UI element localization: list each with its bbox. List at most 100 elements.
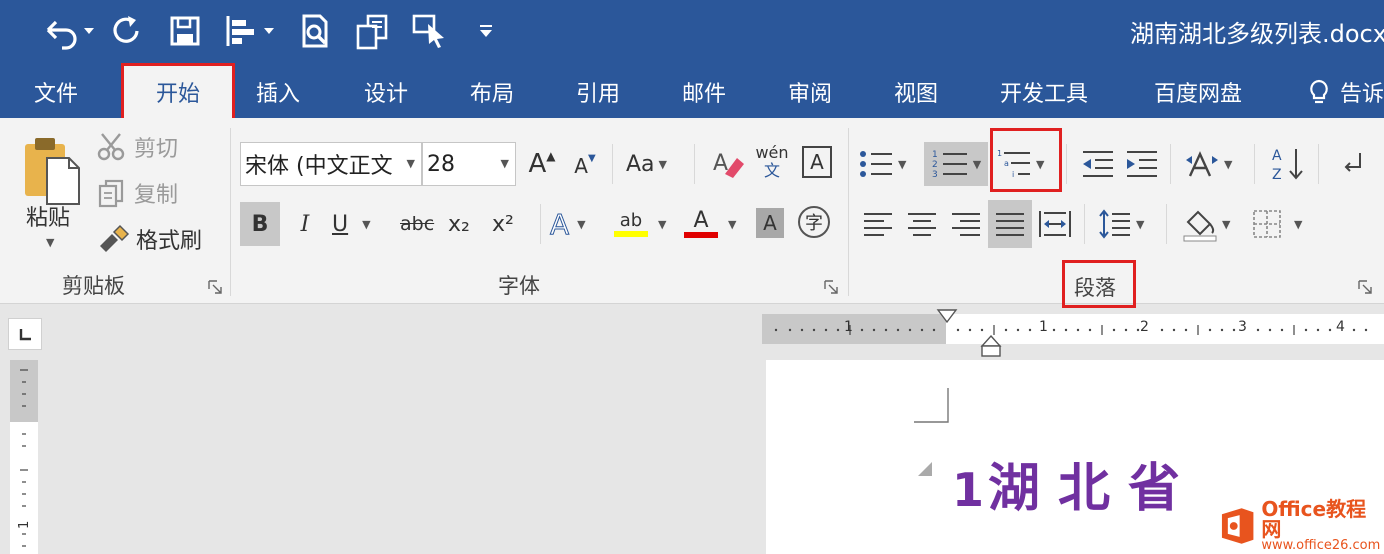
align-left-icon	[864, 213, 892, 236]
svg-text:Z: Z	[1272, 167, 1282, 183]
shading-button[interactable]: ▼	[1182, 202, 1230, 246]
tab-mailings[interactable]: 邮件	[682, 76, 726, 108]
bold-button[interactable]: B	[240, 202, 280, 246]
change-case-icon: Aa	[626, 151, 655, 177]
copy-button[interactable]: 复制	[96, 176, 178, 210]
decrease-indent-icon	[1083, 151, 1113, 177]
change-case-button[interactable]: Aa ▼	[626, 144, 667, 184]
svg-text:1: 1	[997, 149, 1002, 158]
format-painter-label: 格式刷	[136, 229, 203, 254]
format-painter-button[interactable]: 格式刷	[96, 222, 202, 256]
font-dialog-launcher-icon[interactable]	[824, 280, 838, 294]
font-family-select[interactable]: 宋体 (中文正文 ▼	[240, 142, 422, 186]
chevron-down-icon: ▼	[406, 157, 415, 170]
inner-separator	[1254, 144, 1255, 184]
inner-separator	[1170, 144, 1171, 184]
superscript-button[interactable]: x²	[492, 202, 514, 246]
print-preview-icon[interactable]	[298, 12, 332, 50]
increase-indent-button[interactable]	[1124, 144, 1160, 184]
tab-file[interactable]: 文件	[34, 76, 78, 108]
cut-button[interactable]: 剪切	[96, 130, 178, 164]
vertical-ruler[interactable]: 1	[10, 360, 38, 554]
superscript-icon: x²	[492, 211, 514, 237]
horizontal-ruler[interactable]: 1 1 2 3 4	[762, 314, 1384, 344]
paragraph-dialog-launcher-icon[interactable]	[1358, 280, 1372, 294]
font-group-label: 字体	[498, 274, 540, 298]
line-spacing-button[interactable]: ▼	[1098, 204, 1144, 244]
phonetic-guide-button[interactable]: wén 文	[752, 140, 792, 184]
font-size-select[interactable]: 28 ▼	[422, 142, 516, 186]
align-right-button[interactable]	[948, 204, 984, 244]
sort-button[interactable]: AZ	[1266, 142, 1310, 186]
svg-text:2: 2	[932, 160, 938, 170]
save-icon[interactable]	[168, 12, 202, 50]
chinese-layout-button[interactable]: ▼	[1184, 144, 1232, 184]
strikethrough-button[interactable]: abc	[400, 202, 434, 246]
customize-icon[interactable]	[474, 12, 498, 50]
tab-selector[interactable]	[8, 318, 42, 350]
shrink-font-button[interactable]: A ▼	[570, 148, 600, 184]
ruler-mark: 2	[1140, 319, 1149, 335]
document-heading[interactable]: 1湖北省	[952, 446, 1198, 521]
increase-indent-icon	[1127, 151, 1157, 177]
distributed-icon	[1039, 211, 1071, 237]
tab-review[interactable]: 审阅	[788, 76, 832, 108]
subscript-button[interactable]: x₂	[448, 202, 470, 246]
multilevel-list-icon: 1ai	[997, 149, 1030, 179]
font-color-button[interactable]: A ▼	[684, 202, 736, 246]
align-center-icon	[908, 213, 936, 236]
multilevel-list-button[interactable]: 1 a i ▼	[996, 144, 1044, 184]
collapse-heading-icon[interactable]	[916, 460, 934, 478]
clipboard-dialog-launcher-icon[interactable]	[208, 280, 222, 294]
justify-button[interactable]	[988, 200, 1032, 248]
tab-view[interactable]: 视图	[894, 76, 938, 108]
tab-baidu[interactable]: 百度网盘	[1154, 76, 1242, 108]
tab-references[interactable]: 引用	[576, 76, 620, 108]
tab-design[interactable]: 设计	[364, 76, 408, 108]
document-title: 湖南湖北多级列表.docx	[1130, 20, 1384, 48]
highlight-button[interactable]: ab ▼	[614, 202, 666, 246]
scissors-icon	[97, 133, 125, 161]
first-line-indent-icon[interactable]	[936, 308, 958, 326]
numbering-icon: 123	[932, 150, 967, 180]
title-bar: 湖南湖北多级列表.docx	[0, 0, 1384, 64]
enclose-characters-button[interactable]: 字	[798, 206, 830, 238]
hanging-indent-icon[interactable]	[980, 334, 1002, 360]
paint-bucket-icon	[1183, 210, 1217, 242]
copy-format-icon[interactable]	[354, 12, 390, 50]
grow-font-button[interactable]: A ▲	[526, 144, 558, 184]
tab-layout[interactable]: 布局	[470, 76, 514, 108]
distributed-button[interactable]	[1036, 204, 1074, 244]
line-spacing-icon	[1099, 209, 1130, 239]
undo-icon[interactable]	[40, 12, 96, 50]
bullets-button[interactable]: ▼	[858, 144, 906, 184]
align-left-button[interactable]	[860, 204, 896, 244]
show-marks-button[interactable]	[1336, 144, 1370, 184]
tell-me-box[interactable]: 告诉	[1306, 76, 1384, 108]
tab-home[interactable]: 开始	[124, 64, 232, 120]
character-border-button[interactable]: A	[802, 146, 832, 178]
text-effects-button[interactable]: A ▼	[549, 202, 585, 246]
ruler-mark: 1	[844, 319, 853, 335]
align-icon[interactable]	[222, 12, 280, 50]
watermark: Office教程网 www.office26.com	[1218, 499, 1384, 553]
tab-insert[interactable]: 插入	[256, 76, 300, 108]
decrease-indent-button[interactable]	[1080, 144, 1116, 184]
numbering-button[interactable]: 1 2 3 ▼	[924, 142, 988, 186]
borders-button[interactable]: ▼	[1252, 204, 1302, 244]
touch-mode-icon[interactable]	[410, 12, 450, 50]
character-shading-button[interactable]: A	[756, 208, 784, 238]
italic-button[interactable]: I	[288, 202, 322, 246]
paragraph-mark-icon	[1344, 153, 1361, 172]
clear-formatting-button[interactable]: A	[710, 144, 746, 184]
paste-dropdown-arrow[interactable]: ▼	[46, 236, 54, 249]
borders-icon	[1253, 210, 1281, 238]
font-family-value: 宋体 (中文正文	[245, 154, 393, 179]
underline-button[interactable]: U ▼	[332, 202, 371, 246]
tab-developer[interactable]: 开发工具	[1000, 76, 1088, 108]
paste-label: 粘贴	[26, 206, 71, 231]
align-center-button[interactable]	[904, 204, 940, 244]
subscript-icon: x₂	[448, 211, 470, 237]
redo-icon[interactable]	[110, 12, 144, 50]
tell-me-label: 告诉	[1340, 82, 1384, 107]
